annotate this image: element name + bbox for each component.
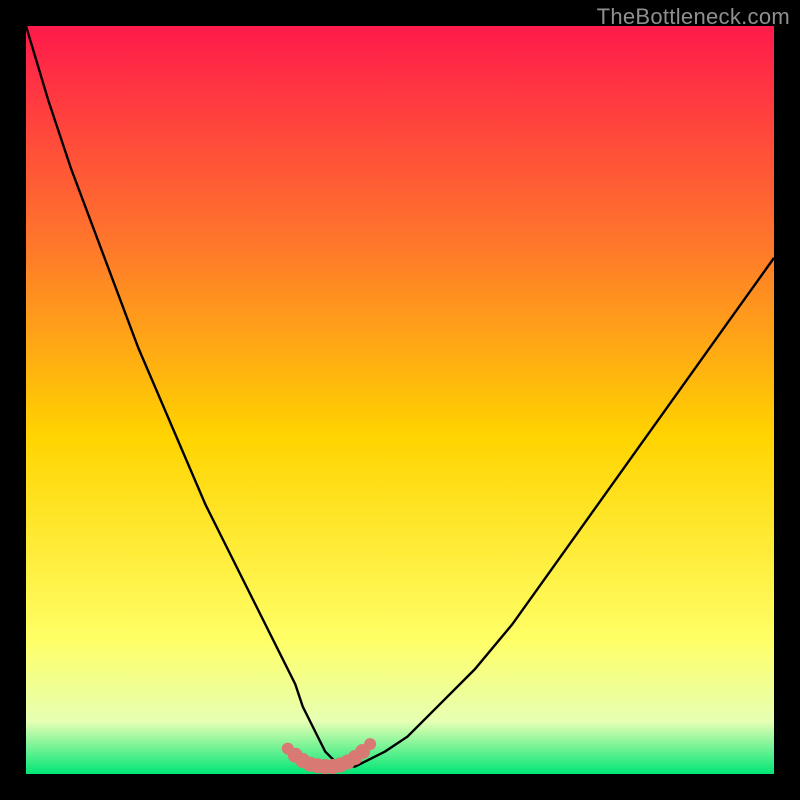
sweet-spot-marker xyxy=(364,738,376,750)
watermark-text: TheBottleneck.com xyxy=(597,4,790,30)
chart-frame: TheBottleneck.com xyxy=(0,0,800,800)
gradient-background xyxy=(26,26,774,774)
plot-area xyxy=(26,26,774,774)
bottleneck-chart xyxy=(26,26,774,774)
